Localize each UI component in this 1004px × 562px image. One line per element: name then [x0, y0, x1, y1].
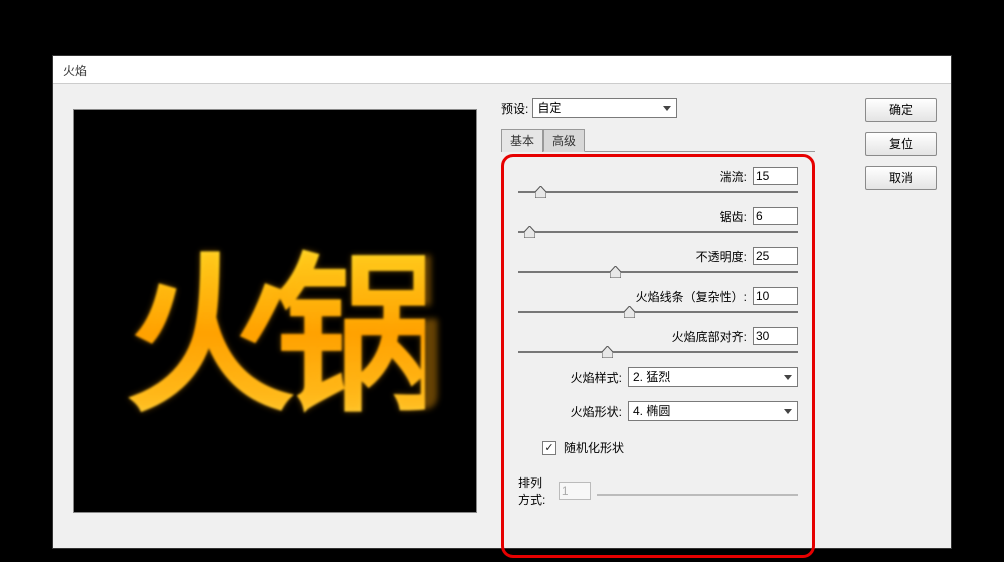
preview-pane: 火锅 [73, 109, 477, 513]
shape-select[interactable]: 4. 椭圆 [628, 401, 798, 421]
slider-opacity: 不透明度: 25 [518, 247, 798, 273]
complexity-thumb[interactable] [624, 306, 635, 318]
tabs: 基本 高级 [501, 128, 815, 152]
preset-select[interactable]: 自定 [532, 98, 677, 118]
preset-row: 预设: 自定 [501, 98, 815, 118]
bottom-align-thumb[interactable] [602, 346, 613, 358]
shape-value: 4. 椭圆 [633, 404, 670, 418]
jag-label: 锯齿: [720, 208, 747, 225]
opacity-label: 不透明度: [696, 248, 747, 265]
slider-turbulence: 湍流: 15 [518, 167, 798, 193]
combo-style: 火焰样式: 2. 猛烈 [518, 367, 798, 387]
bottom-align-input[interactable]: 30 [753, 327, 798, 345]
controls-column: 预设: 自定 基本 高级 湍流: 15 [501, 98, 815, 558]
slider-jag: 锯齿: 6 [518, 207, 798, 233]
complexity-label: 火焰线条（复杂性）: [636, 288, 747, 305]
complexity-input[interactable]: 10 [753, 287, 798, 305]
bottom-align-label: 火焰底部对齐: [672, 328, 747, 345]
turbulence-thumb[interactable] [535, 186, 546, 198]
reset-button[interactable]: 复位 [865, 132, 937, 156]
opacity-thumb[interactable] [610, 266, 621, 278]
tab-advanced[interactable]: 高级 [543, 129, 585, 152]
arrangement-input: 1 [559, 482, 591, 500]
style-value: 2. 猛烈 [633, 370, 670, 384]
tab-basic[interactable]: 基本 [501, 129, 543, 152]
bottom-align-track[interactable] [518, 351, 798, 353]
arrangement-row: 排列方式: 1 [518, 474, 798, 510]
opacity-track[interactable] [518, 271, 798, 273]
shape-label: 火焰形状: [571, 403, 622, 420]
dialog-buttons: 确定 复位 取消 [865, 98, 937, 190]
slider-bottom-align: 火焰底部对齐: 30 [518, 327, 798, 353]
jag-track[interactable] [518, 231, 798, 233]
flame-dialog: 火焰 火锅 预设: 自定 基本 高级 湍流: 15 [52, 55, 952, 549]
arrangement-label: 排列方式: [518, 474, 553, 508]
opacity-input[interactable]: 25 [753, 247, 798, 265]
slider-complexity: 火焰线条（复杂性）: 10 [518, 287, 798, 313]
dialog-title: 火焰 [53, 56, 951, 84]
turbulence-track[interactable] [518, 191, 798, 193]
randomize-checkbox[interactable]: ✓ [542, 441, 556, 455]
preset-value: 自定 [537, 101, 561, 115]
jag-thumb[interactable] [524, 226, 535, 238]
arrangement-track [597, 494, 798, 496]
cancel-button[interactable]: 取消 [865, 166, 937, 190]
ok-button[interactable]: 确定 [865, 98, 937, 122]
combo-shape: 火焰形状: 4. 椭圆 [518, 401, 798, 421]
style-label: 火焰样式: [571, 369, 622, 386]
preset-label: 预设: [501, 100, 528, 117]
randomize-row: ✓ 随机化形状 [542, 439, 798, 456]
dialog-content: 火锅 预设: 自定 基本 高级 湍流: 15 [53, 84, 951, 548]
turbulence-label: 湍流: [720, 168, 747, 185]
complexity-track[interactable] [518, 311, 798, 313]
style-select[interactable]: 2. 猛烈 [628, 367, 798, 387]
advanced-panel: 湍流: 15 锯齿: 6 [501, 154, 815, 558]
preview-text: 火锅 [125, 198, 425, 444]
jag-input[interactable]: 6 [753, 207, 798, 225]
turbulence-input[interactable]: 15 [753, 167, 798, 185]
randomize-label: 随机化形状 [564, 439, 624, 456]
